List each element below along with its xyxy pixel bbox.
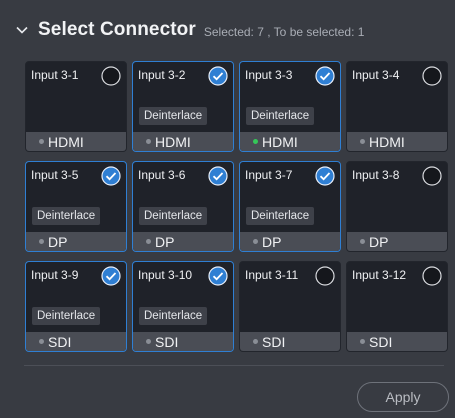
deinterlace-badge: Deinterlace <box>139 307 208 325</box>
connector-footer: DP <box>133 232 233 251</box>
connector-type: SDI <box>155 333 179 350</box>
status-dot <box>253 339 258 344</box>
connector-card-5[interactable]: Input 3-5 Deinterlace DP <box>25 161 127 252</box>
deinterlace-badge: Deinterlace <box>139 207 208 225</box>
connector-footer: DP <box>26 232 126 251</box>
connector-card-8[interactable]: Input 3-8 DP <box>346 161 448 252</box>
status-dot <box>39 139 44 144</box>
checked-circle-icon[interactable] <box>315 166 335 186</box>
panel-header[interactable]: Select Connector Selected: 7 , To be sel… <box>14 16 364 44</box>
connector-name: Input 3-6 <box>138 168 186 182</box>
connector-name: Input 3-1 <box>31 68 79 82</box>
deinterlace-badge: Deinterlace <box>246 107 315 125</box>
status-dot <box>360 339 365 344</box>
selection-count: Selected: 7 , To be selected: 1 <box>203 24 365 39</box>
select-connector-panel: Select Connector Selected: 7 , To be sel… <box>0 0 455 418</box>
unchecked-circle-icon[interactable] <box>101 66 121 86</box>
status-dot <box>360 239 365 244</box>
connector-name: Input 3-5 <box>31 168 79 182</box>
connector-type: SDI <box>262 333 286 350</box>
connector-type: HDMI <box>48 133 84 150</box>
divider <box>24 365 444 366</box>
unchecked-circle-icon[interactable] <box>422 266 442 286</box>
connector-name: Input 3-4 <box>352 68 400 82</box>
connector-grid: Input 3-1 HDMI Input 3-2 Deinterlace HDM… <box>25 61 448 352</box>
connector-card-1[interactable]: Input 3-1 HDMI <box>25 61 127 152</box>
connector-footer: SDI <box>26 332 126 351</box>
checked-circle-icon[interactable] <box>208 166 228 186</box>
connector-footer: HDMI <box>240 132 340 151</box>
unchecked-circle-icon[interactable] <box>422 166 442 186</box>
connector-card-10[interactable]: Input 3-10 Deinterlace SDI <box>132 261 234 352</box>
status-dot <box>253 239 258 244</box>
status-dot <box>146 239 151 244</box>
connector-type: HDMI <box>369 133 405 150</box>
apply-button[interactable]: Apply <box>357 382 449 412</box>
status-dot <box>39 239 44 244</box>
connector-type: HDMI <box>155 133 191 150</box>
connector-card-11[interactable]: Input 3-11 SDI <box>239 261 341 352</box>
connector-card-6[interactable]: Input 3-6 Deinterlace DP <box>132 161 234 252</box>
connector-name: Input 3-2 <box>138 68 186 82</box>
panel-title: Select Connector <box>38 19 196 40</box>
connector-card-12[interactable]: Input 3-12 SDI <box>346 261 448 352</box>
connector-card-2[interactable]: Input 3-2 Deinterlace HDMI <box>132 61 234 152</box>
status-dot <box>39 339 44 344</box>
checked-circle-icon[interactable] <box>208 266 228 286</box>
connector-card-7[interactable]: Input 3-7 Deinterlace DP <box>239 161 341 252</box>
connector-name: Input 3-8 <box>352 168 400 182</box>
connector-name: Input 3-12 <box>352 268 407 282</box>
connector-footer: DP <box>347 232 447 251</box>
deinterlace-badge: Deinterlace <box>32 207 101 225</box>
connector-card-9[interactable]: Input 3-9 Deinterlace SDI <box>25 261 127 352</box>
deinterlace-badge: Deinterlace <box>139 107 208 125</box>
connector-footer: HDMI <box>133 132 233 151</box>
status-dot <box>146 139 151 144</box>
chevron-down-icon[interactable] <box>14 22 30 38</box>
status-dot <box>360 139 365 144</box>
connector-footer: SDI <box>240 332 340 351</box>
deinterlace-badge: Deinterlace <box>246 207 315 225</box>
connector-type: HDMI <box>262 133 298 150</box>
connector-name: Input 3-11 <box>245 268 299 282</box>
unchecked-circle-icon[interactable] <box>315 266 335 286</box>
connector-name: Input 3-10 <box>138 268 193 282</box>
status-dot <box>253 139 258 144</box>
connector-footer: HDMI <box>347 132 447 151</box>
checked-circle-icon[interactable] <box>315 66 335 86</box>
checked-circle-icon[interactable] <box>101 266 121 286</box>
unchecked-circle-icon[interactable] <box>422 66 442 86</box>
connector-card-3[interactable]: Input 3-3 Deinterlace HDMI <box>239 61 341 152</box>
connector-type: DP <box>155 233 175 250</box>
connector-footer: SDI <box>347 332 447 351</box>
connector-type: SDI <box>369 333 393 350</box>
connector-name: Input 3-3 <box>245 68 293 82</box>
deinterlace-badge: Deinterlace <box>32 307 101 325</box>
connector-type: DP <box>369 233 389 250</box>
connector-type: DP <box>262 233 282 250</box>
checked-circle-icon[interactable] <box>208 66 228 86</box>
connector-footer: DP <box>240 232 340 251</box>
connector-name: Input 3-9 <box>31 268 79 282</box>
connector-footer: HDMI <box>26 132 126 151</box>
status-dot <box>146 339 151 344</box>
checked-circle-icon[interactable] <box>101 166 121 186</box>
connector-name: Input 3-7 <box>245 168 293 182</box>
connector-type: SDI <box>48 333 72 350</box>
connector-type: DP <box>48 233 68 250</box>
connector-footer: SDI <box>133 332 233 351</box>
connector-card-4[interactable]: Input 3-4 HDMI <box>346 61 448 152</box>
